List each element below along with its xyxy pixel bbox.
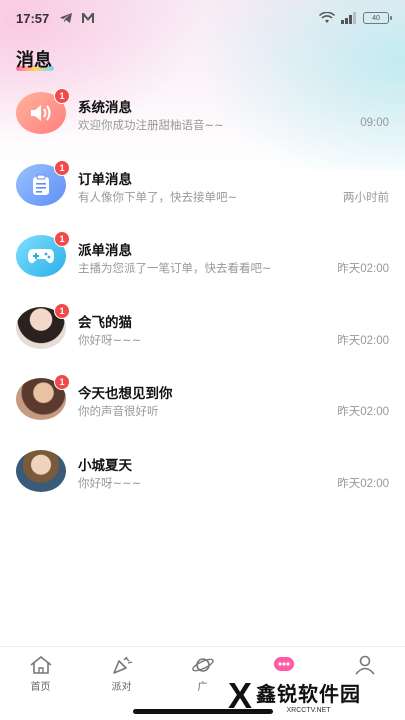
message-time: 09:00 xyxy=(360,117,389,129)
status-bar: 17:57 40 xyxy=(0,0,405,36)
message-item-order[interactable]: 1 订单消息 有人像你下单了，快去接单吧~ 两小时前 xyxy=(0,150,405,222)
tab-label: 派对 xyxy=(111,682,132,693)
watermark-subtitle: XRCCTV.NET xyxy=(286,707,331,714)
status-time: 17:57 xyxy=(16,10,50,26)
message-preview: 你好呀~~~ xyxy=(78,332,142,347)
unread-badge: 1 xyxy=(54,374,70,390)
message-name: 派单消息 xyxy=(78,243,132,259)
message-preview: 主播为您派了一笔订单，快去看看吧~ xyxy=(78,261,272,275)
message-name: 系统消息 xyxy=(78,100,132,116)
user-avatar xyxy=(16,449,66,492)
message-preview: 你的声音很好听 xyxy=(78,404,159,418)
unread-badge: 1 xyxy=(54,159,70,176)
message-name: 小城夏天 xyxy=(78,457,132,474)
message-time: 昨天02:00 xyxy=(337,334,389,347)
message-time: 两小时前 xyxy=(343,191,389,204)
telegram-icon xyxy=(60,13,73,23)
page-title: 消息 xyxy=(16,50,52,70)
watermark-x-icon: X xyxy=(228,675,253,716)
message-name: 订单消息 xyxy=(78,171,132,188)
message-time: 昨天02:00 xyxy=(337,263,389,275)
tab-label: 首页 xyxy=(30,682,51,693)
message-item-chat-1[interactable]: 1 会飞的猫 你好呀~~~ 昨天02:00 xyxy=(0,293,405,365)
unread-badge: 1 xyxy=(54,231,70,247)
message-list: 1 系统消息 欢迎你成功注册甜柚语音~~ 09:00 1 订单消息 有人像你下单… xyxy=(0,78,405,507)
planet-icon xyxy=(191,658,214,672)
home-icon xyxy=(30,655,51,674)
mail-m-icon xyxy=(82,13,95,23)
message-preview: 有人像你下单了，快去接单吧~ xyxy=(78,189,238,204)
message-preview: 欢迎你成功注册甜柚语音~~ xyxy=(78,118,224,132)
tab-home[interactable]: 首页 xyxy=(0,647,81,720)
message-name: 会飞的猫 xyxy=(78,314,132,331)
watermark-logo: X 鑫锐软件园 XRCCTV.NET xyxy=(228,674,398,718)
message-item-chat-2[interactable]: 1 今天也想见到你 你的声音很好听 昨天02:00 xyxy=(0,364,405,436)
unread-badge: 1 xyxy=(54,88,70,104)
tab-label: 广 xyxy=(197,682,208,693)
message-preview: 你好呀~~~ xyxy=(78,475,142,490)
message-item-system[interactable]: 1 系统消息 欢迎你成功注册甜柚语音~~ 09:00 xyxy=(0,78,405,150)
watermark-title: 鑫锐软件园 xyxy=(256,682,362,706)
battery-level: 40 xyxy=(372,14,380,22)
battery-icon: 40 xyxy=(363,12,392,24)
message-item-dispatch[interactable]: 1 派单消息 主播为您派了一笔订单，快去看看吧~ 昨天02:00 xyxy=(0,221,405,293)
message-item-chat-3[interactable]: 小城夏天 你好呀~~~ 昨天02:00 xyxy=(0,436,405,508)
signal-icon xyxy=(341,12,356,24)
profile-icon xyxy=(354,655,375,675)
party-icon xyxy=(112,656,132,674)
wifi-icon xyxy=(319,12,335,23)
unread-badge: 1 xyxy=(54,302,70,319)
message-name: 今天也想见到你 xyxy=(78,386,173,402)
message-time: 昨天02:00 xyxy=(337,406,389,418)
message-time: 昨天02:00 xyxy=(337,477,389,490)
chat-bubble-icon xyxy=(273,657,294,671)
